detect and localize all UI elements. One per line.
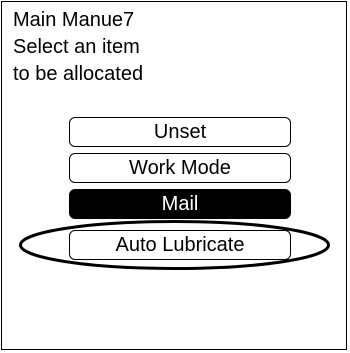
menu-item-work-mode[interactable]: Work Mode — [69, 153, 291, 183]
instruction-text-line-2: to be allocated — [13, 63, 144, 85]
screen-title: Main Manue7 — [13, 9, 135, 31]
menu-item-unset[interactable]: Unset — [69, 117, 291, 147]
menu-item-mail[interactable]: Mail — [69, 189, 291, 219]
instruction-text-line-1: Select an item — [13, 36, 140, 58]
menu-item-auto-lubricate[interactable]: Auto Lubricate — [69, 230, 291, 260]
device-screen: Main Manue7 Select an item to be allocat… — [1, 1, 347, 350]
